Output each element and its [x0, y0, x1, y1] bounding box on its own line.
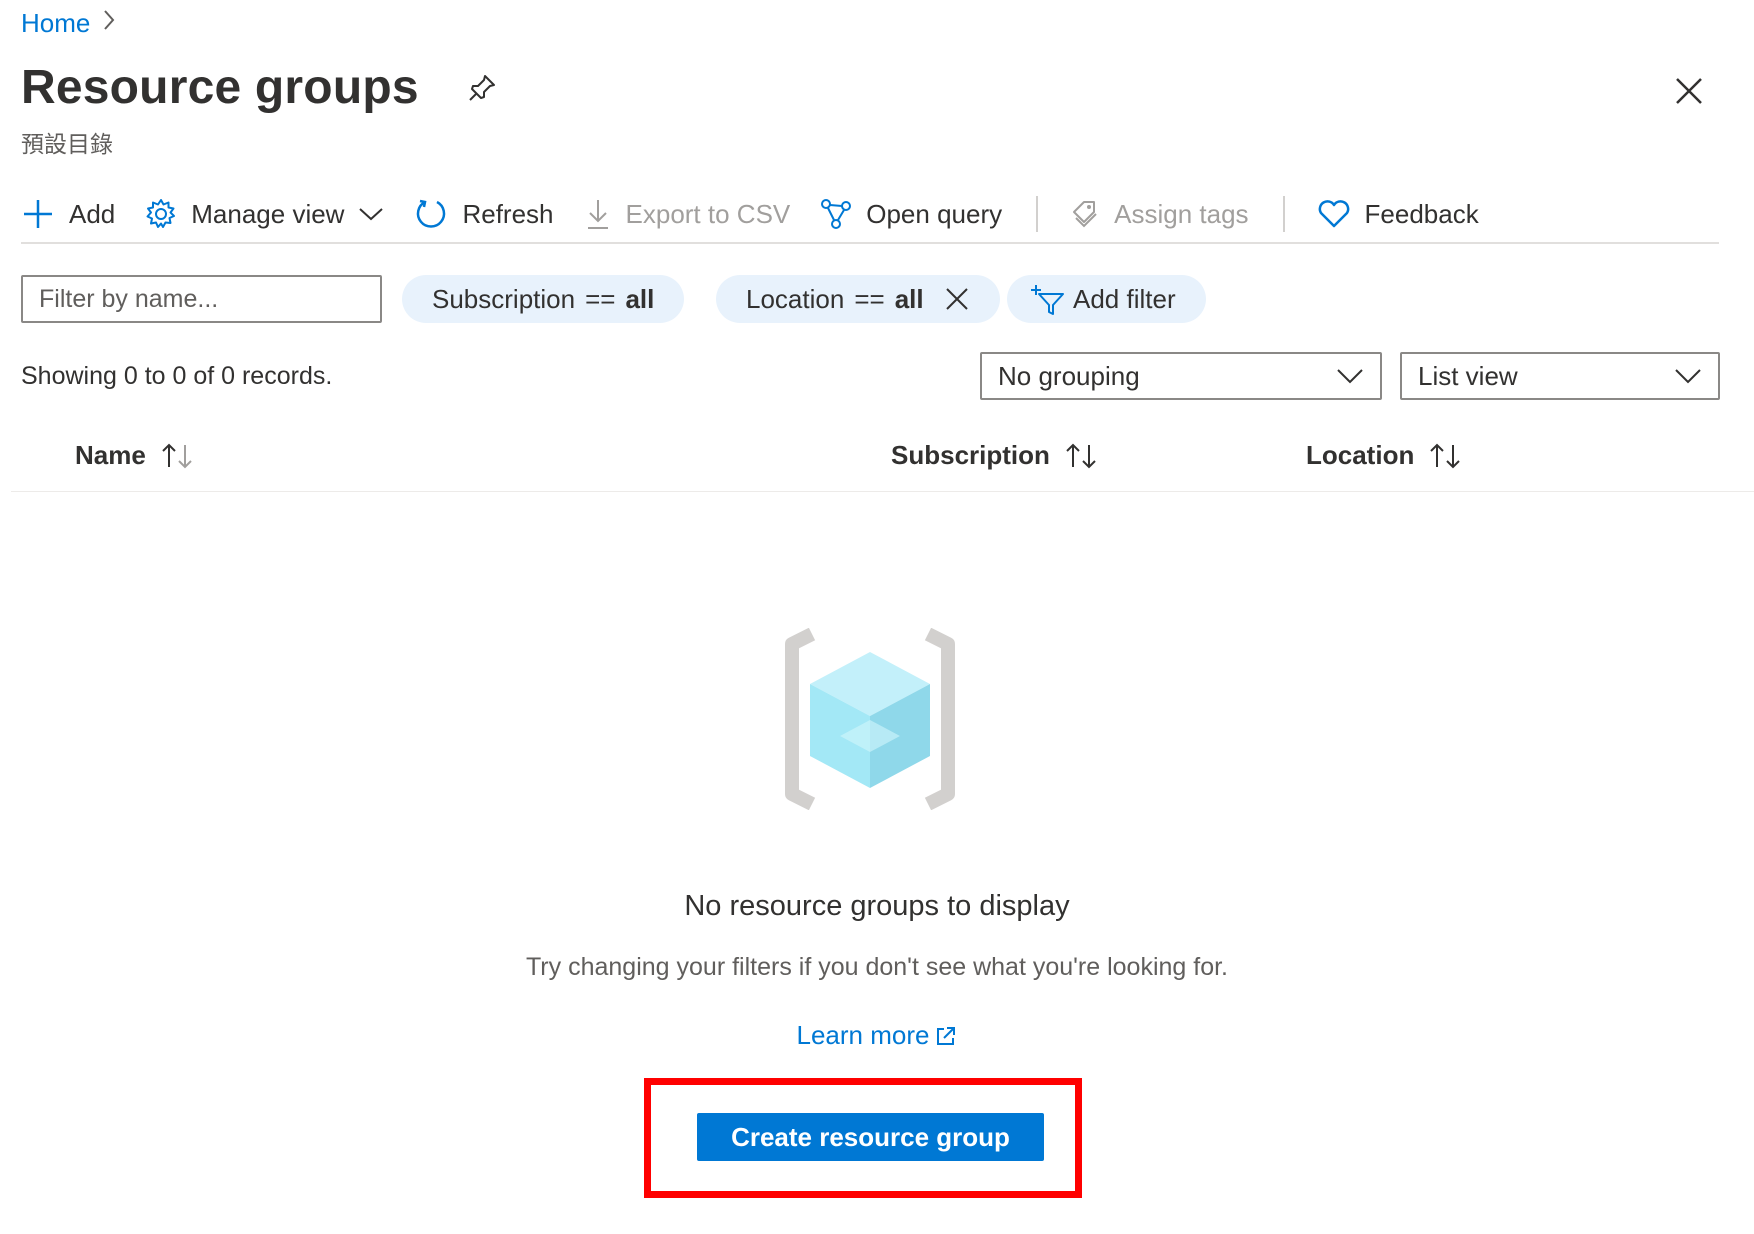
add-filter-button[interactable]: Add filter: [1007, 275, 1206, 323]
location-filter-label: Location: [746, 283, 845, 314]
title-row: Resource groups: [21, 60, 499, 115]
add-button[interactable]: Add: [21, 190, 115, 238]
manage-view-label: Manage view: [191, 198, 345, 229]
pin-icon[interactable]: [465, 71, 499, 105]
subscription-filter-value: all: [625, 283, 655, 314]
column-subscription-label: Subscription: [891, 440, 1050, 470]
learn-more-link[interactable]: Learn more: [797, 1020, 958, 1051]
assign-tags-label: Assign tags: [1114, 198, 1249, 229]
download-icon: [587, 200, 608, 229]
chevron-down-icon: [1675, 369, 1701, 384]
export-csv-label: Export to CSV: [625, 198, 791, 229]
sort-icon: [1066, 443, 1096, 468]
chevron-down-icon: [1337, 369, 1363, 384]
feedback-label: Feedback: [1364, 198, 1479, 229]
column-location-label: Location: [1306, 440, 1415, 470]
external-link-icon: [937, 1026, 956, 1045]
breadcrumb-home-link[interactable]: Home: [21, 8, 90, 39]
remove-filter-icon[interactable]: [944, 286, 970, 312]
subscription-filter-pill[interactable]: Subscription == all: [402, 275, 685, 323]
export-csv-button[interactable]: Export to CSV: [584, 190, 791, 238]
manage-view-button[interactable]: Manage view: [145, 190, 384, 238]
table-header: Name Subscription Location: [11, 430, 1754, 492]
add-button-label: Add: [69, 198, 116, 229]
open-query-button[interactable]: Open query: [820, 190, 1002, 238]
add-filter-icon: [1031, 285, 1064, 315]
column-header-subscription[interactable]: Subscription: [891, 440, 1098, 471]
filter-by-name-input[interactable]: [21, 275, 382, 323]
location-filter-operator: ==: [854, 283, 885, 314]
breadcrumb: Home: [21, 8, 116, 39]
command-bar: Add Manage view Refresh Export to CSV Op…: [21, 186, 1719, 244]
subscription-filter-operator: ==: [585, 283, 616, 314]
refresh-button[interactable]: Refresh: [414, 190, 554, 238]
resource-group-cube-icon: [785, 628, 955, 810]
feedback-button[interactable]: Feedback: [1317, 190, 1479, 238]
heart-icon: [1318, 200, 1349, 228]
column-header-location[interactable]: Location: [1306, 440, 1462, 471]
assign-tags-button[interactable]: Assign tags: [1070, 190, 1249, 238]
create-resource-group-button[interactable]: Create resource group: [697, 1113, 1044, 1161]
sort-icon: [1430, 443, 1461, 468]
subscription-filter-label: Subscription: [432, 283, 576, 314]
location-filter-pill[interactable]: Location == all: [716, 275, 1000, 323]
view-dropdown[interactable]: List view: [1400, 352, 1720, 400]
add-filter-label: Add filter: [1073, 283, 1176, 314]
view-selected: List view: [1418, 360, 1518, 391]
refresh-label: Refresh: [462, 198, 554, 229]
gear-icon: [146, 199, 176, 228]
query-graph-icon: [821, 199, 852, 229]
toolbar-divider: [1036, 196, 1039, 232]
page-title: Resource groups: [21, 61, 419, 114]
close-icon[interactable]: [1670, 72, 1708, 110]
column-name-label: Name: [75, 440, 146, 470]
plus-icon: [24, 200, 52, 228]
chevron-right-icon: [102, 8, 116, 39]
grouping-dropdown[interactable]: No grouping: [980, 352, 1382, 400]
records-count: Showing 0 to 0 of 0 records.: [21, 362, 333, 390]
page-subtitle: 預設目錄: [21, 132, 113, 158]
empty-state-description: Try changing your filters if you don't s…: [525, 953, 1229, 981]
sort-icon: [162, 443, 192, 468]
learn-more-label: Learn more: [796, 1020, 930, 1050]
toolbar-divider: [1282, 196, 1285, 232]
tag-icon: [1073, 201, 1097, 228]
empty-state-title: No resource groups to display: [684, 890, 1070, 922]
location-filter-value: all: [894, 283, 924, 314]
learn-more-container: Learn more: [0, 1020, 1754, 1051]
chevron-down-icon: [359, 208, 384, 221]
open-query-label: Open query: [866, 198, 1003, 229]
grouping-selected: No grouping: [998, 360, 1140, 391]
column-header-name[interactable]: Name: [75, 440, 194, 471]
refresh-icon: [417, 199, 446, 228]
